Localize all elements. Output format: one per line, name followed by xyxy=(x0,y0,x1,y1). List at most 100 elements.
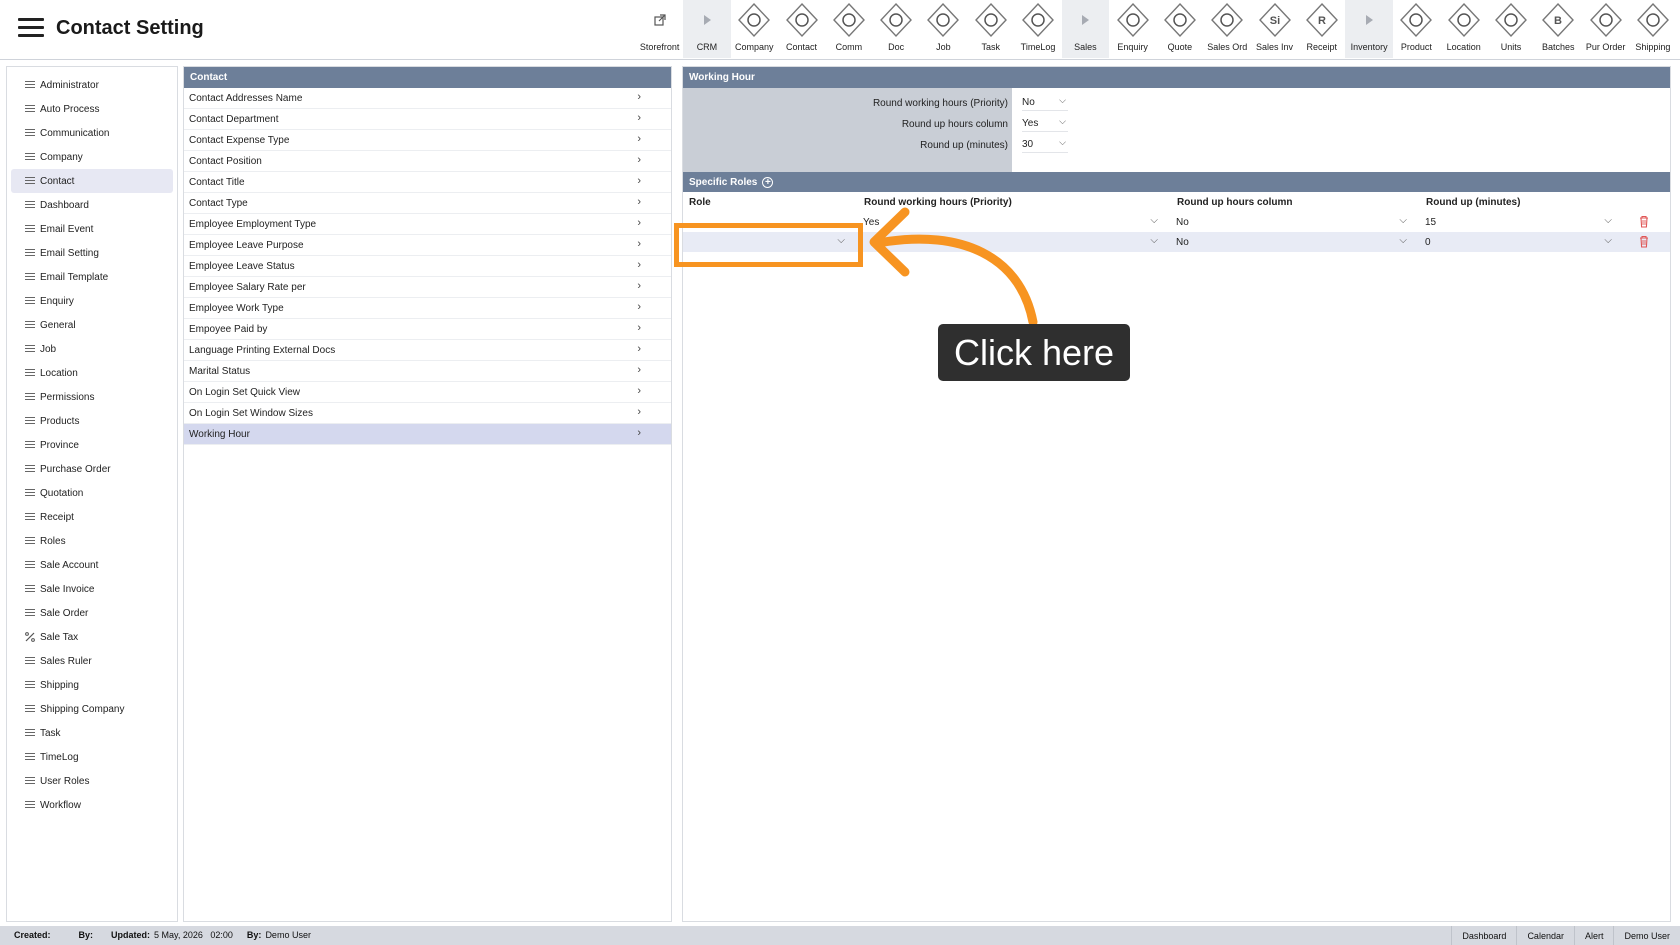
toolbar-contact[interactable]: Contact xyxy=(778,0,825,58)
column-select[interactable]: No ⌵ xyxy=(1171,234,1415,250)
chevron-down-icon: ⌵ xyxy=(1604,215,1612,226)
sidebar-item-sales-ruler[interactable]: Sales Ruler xyxy=(11,649,173,673)
sidebar-item-shipping[interactable]: Shipping xyxy=(11,673,173,697)
sidebar-item-contact[interactable]: Contact xyxy=(11,169,173,193)
chevron-right-icon: › xyxy=(637,280,641,292)
minutes-select[interactable]: 0 ⌵ xyxy=(1420,234,1620,250)
sidebar-item-label: General xyxy=(40,319,76,331)
setting-item-contact-addresses-name[interactable]: Contact Addresses Name › xyxy=(184,88,671,109)
toolbar-units[interactable]: Units xyxy=(1487,0,1534,58)
toolbar-comm[interactable]: Comm xyxy=(825,0,872,58)
sidebar-item-timelog[interactable]: TimeLog xyxy=(11,745,173,769)
sidebar-item-permissions[interactable]: Permissions xyxy=(11,385,173,409)
setting-item-working-hour[interactable]: Working Hour › xyxy=(184,424,671,445)
working-hour-select[interactable]: 30 ⌵ xyxy=(1022,137,1068,153)
list-icon xyxy=(25,465,35,473)
priority-select[interactable]: Yes ⌵ xyxy=(858,214,1166,230)
setting-item-employee-work-type[interactable]: Employee Work Type › xyxy=(184,298,671,319)
setting-item-contact-title[interactable]: Contact Title › xyxy=(184,172,671,193)
sidebar-item-company[interactable]: Company xyxy=(11,145,173,169)
sidebar-item-location[interactable]: Location xyxy=(11,361,173,385)
toolbar-location[interactable]: Location xyxy=(1440,0,1487,58)
product-icon xyxy=(1399,0,1433,40)
setting-item-language-printing-external-docs[interactable]: Language Printing External Docs › xyxy=(184,340,671,361)
toolbar-doc[interactable]: Doc xyxy=(872,0,919,58)
column-header: Role xyxy=(689,197,711,208)
toolbar-product[interactable]: Product xyxy=(1393,0,1440,58)
working-hour-select[interactable]: No ⌵ xyxy=(1022,95,1068,111)
priority-select[interactable]: ⌵ xyxy=(858,234,1166,250)
toolbar-job[interactable]: Job xyxy=(920,0,967,58)
setting-item-marital-status[interactable]: Marital Status › xyxy=(184,361,671,382)
footer-buttons: Dashboard Calendar Alert Demo User xyxy=(1451,926,1680,945)
toolbar-sales-inv[interactable]: Si Sales Inv xyxy=(1251,0,1298,58)
menu-icon[interactable] xyxy=(18,18,44,38)
footer-dashboard-button[interactable]: Dashboard xyxy=(1451,926,1516,945)
sidebar-item-purchase-order[interactable]: Purchase Order xyxy=(11,457,173,481)
sidebar-item-products[interactable]: Products xyxy=(11,409,173,433)
sidebar-item-receipt[interactable]: Receipt xyxy=(11,505,173,529)
sidebar-item-auto-process[interactable]: Auto Process xyxy=(11,97,173,121)
sidebar-item-enquiry[interactable]: Enquiry xyxy=(11,289,173,313)
toolbar-company[interactable]: Company xyxy=(731,0,778,58)
toolbar-task[interactable]: Task xyxy=(967,0,1014,58)
setting-item-contact-type[interactable]: Contact Type › xyxy=(184,193,671,214)
toolbar-quote[interactable]: Quote xyxy=(1156,0,1203,58)
sidebar-item-province[interactable]: Province xyxy=(11,433,173,457)
sidebar-item-job[interactable]: Job xyxy=(11,337,173,361)
sidebar-item-general[interactable]: General xyxy=(11,313,173,337)
roles-table-header: Role Round working hours (Priority) Round … xyxy=(683,192,1670,212)
sidebar-item-task[interactable]: Task xyxy=(11,721,173,745)
setting-item-empoyee-paid-by[interactable]: Empoyee Paid by › xyxy=(184,319,671,340)
toolbar-pur-order[interactable]: Pur Order xyxy=(1582,0,1629,58)
sidebar-item-roles[interactable]: Roles xyxy=(11,529,173,553)
sidebar-item-communication[interactable]: Communication xyxy=(11,121,173,145)
toolbar-sales[interactable]: Sales xyxy=(1061,0,1109,58)
sidebar-item-administrator[interactable]: Administrator xyxy=(11,73,173,97)
cell-value: No xyxy=(1176,216,1189,228)
working-hour-select[interactable]: Yes ⌵ xyxy=(1022,116,1068,132)
cell-value: Yes xyxy=(863,216,880,228)
setting-item-employee-employment-type[interactable]: Employee Employment Type › xyxy=(184,214,671,235)
add-role-icon[interactable]: + xyxy=(762,176,774,188)
footer-demo-user-button[interactable]: Demo User xyxy=(1613,926,1680,945)
sidebar-item-sale-order[interactable]: Sale Order xyxy=(11,601,173,625)
sidebar-item-sale-invoice[interactable]: Sale Invoice xyxy=(11,577,173,601)
sidebar-item-shipping-company[interactable]: Shipping Company xyxy=(11,697,173,721)
toolbar-storefront[interactable]: Storefront xyxy=(636,0,683,58)
setting-item-employee-leave-status[interactable]: Employee Leave Status › xyxy=(184,256,671,277)
sidebar-item-sale-account[interactable]: Sale Account xyxy=(11,553,173,577)
sidebar-item-email-event[interactable]: Email Event xyxy=(11,217,173,241)
toolbar-crm[interactable]: CRM xyxy=(683,0,731,58)
toolbar-receipt[interactable]: R Receipt xyxy=(1298,0,1345,58)
toolbar-enquiry[interactable]: Enquiry xyxy=(1109,0,1156,58)
setting-item-contact-position[interactable]: Contact Position › xyxy=(184,151,671,172)
sidebar-item-email-setting[interactable]: Email Setting xyxy=(11,241,173,265)
setting-item-on-login-set-window-sizes[interactable]: On Login Set Window Sizes › xyxy=(184,403,671,424)
sidebar-item-email-template[interactable]: Email Template xyxy=(11,265,173,289)
sidebar-item-quotation[interactable]: Quotation xyxy=(11,481,173,505)
sidebar-item-dashboard[interactable]: Dashboard xyxy=(11,193,173,217)
setting-item-on-login-set-quick-view[interactable]: On Login Set Quick View › xyxy=(184,382,671,403)
footer-alert-button[interactable]: Alert xyxy=(1573,926,1614,945)
setting-item-employee-leave-purpose[interactable]: Employee Leave Purpose › xyxy=(184,235,671,256)
toolbar-sales-ord[interactable]: Sales Ord xyxy=(1204,0,1251,58)
list-icon xyxy=(25,177,35,185)
toolbar-timelog[interactable]: TimeLog xyxy=(1014,0,1061,58)
sidebar-item-sale-tax[interactable]: Sale Tax xyxy=(11,625,173,649)
toolbar-inventory[interactable]: Inventory xyxy=(1345,0,1393,58)
toolbar-shipping[interactable]: Shipping xyxy=(1629,0,1676,58)
trash-icon[interactable] xyxy=(1638,235,1650,248)
sidebar-item-workflow[interactable]: Workflow xyxy=(11,793,173,817)
setting-item-contact-department[interactable]: Contact Department › xyxy=(184,109,671,130)
chevron-right-icon: › xyxy=(637,196,641,208)
sidebar-item-user-roles[interactable]: User Roles xyxy=(11,769,173,793)
chevron-down-icon: ⌵ xyxy=(1399,235,1407,246)
setting-item-employee-salary-rate-per[interactable]: Employee Salary Rate per › xyxy=(184,277,671,298)
toolbar-batches[interactable]: B Batches xyxy=(1535,0,1582,58)
footer-calendar-button[interactable]: Calendar xyxy=(1516,926,1574,945)
setting-item-contact-expense-type[interactable]: Contact Expense Type › xyxy=(184,130,671,151)
trash-icon[interactable] xyxy=(1638,215,1650,228)
minutes-select[interactable]: 15 ⌵ xyxy=(1420,214,1620,230)
column-select[interactable]: No ⌵ xyxy=(1171,214,1415,230)
